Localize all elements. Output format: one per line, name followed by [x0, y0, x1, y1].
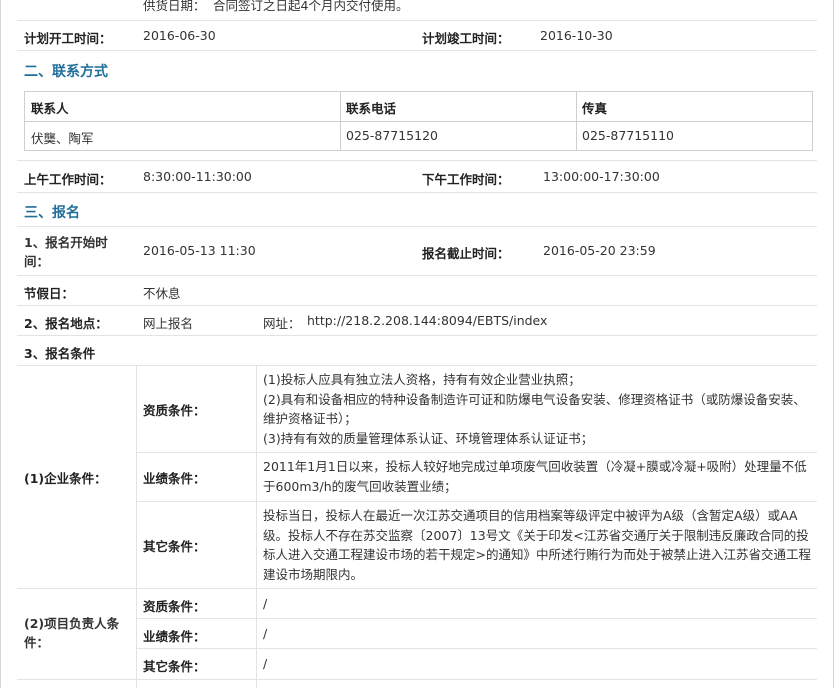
holiday-label: 节假日：	[24, 286, 75, 301]
divider	[17, 679, 817, 680]
divider	[17, 335, 817, 336]
company-perf-value: 2011年1月1日以来，投标人较好地完成过单项废气回收装置（冷凝+膜或冷凝+吸附…	[263, 459, 807, 494]
supply-date-label: 供货日期：	[143, 0, 206, 13]
plan-start-label: 计划开工时间：	[24, 31, 112, 46]
company-qual-value: (1)投标人应具有独立法人资格，持有有效企业营业执照； (2)具有和设备相应的特…	[263, 370, 811, 448]
company-perf-label: 业绩条件：	[143, 471, 206, 486]
divider	[17, 305, 817, 306]
divider	[17, 226, 817, 227]
signup-url-link[interactable]: http://218.2.208.144:8094/EBTS/index	[307, 313, 547, 328]
signup-start-value: 2016-05-13 11:30	[143, 243, 256, 258]
divider	[17, 20, 817, 21]
signup-end-label: 报名截止时间：	[422, 246, 510, 261]
pm-time-value: 13:00:00-17:30:00	[543, 169, 660, 184]
qual-line: (2)具有和设备相应的特种设备制造许可证和防爆电气设备安装、修理资格证书（或防爆…	[263, 391, 806, 427]
signup-end-value: 2016-05-20 23:59	[543, 243, 656, 258]
company-other-label: 其它条件：	[143, 539, 206, 554]
divider	[17, 160, 817, 161]
divider	[136, 452, 817, 453]
divider	[17, 365, 817, 366]
table-divider	[340, 92, 341, 150]
divider	[17, 50, 817, 51]
supply-date-value: 合同签订之日起4个月内交付使用。	[213, 0, 409, 13]
manager-other-label: 其它条件：	[143, 659, 206, 674]
manager-perf-value: /	[263, 626, 268, 641]
column-divider	[256, 365, 257, 688]
divider	[17, 192, 817, 193]
contact-fax: 025-87715110	[582, 128, 674, 143]
signup-start-label: 1、报名开始时间：	[24, 235, 108, 269]
plan-start-value: 2016-06-30	[143, 28, 216, 43]
signup-url-label: 网址：	[263, 316, 301, 331]
table-divider	[576, 92, 577, 150]
qual-line: (3)持有有效的质量管理体系认证、环境管理体系认证证书；	[263, 430, 594, 446]
signup-conditions-label: 3、报名条件	[24, 346, 96, 361]
manager-perf-label: 业绩条件：	[143, 629, 206, 644]
am-time-value: 8:30:00-11:30:00	[143, 169, 252, 184]
divider	[136, 648, 817, 649]
company-other-value: 投标当日，投标人在最近一次江苏交通项目的信用档案等级评定中被评为A级（含暂定A级…	[263, 508, 811, 582]
contact-table: 联系人 联系电话 传真 伏龑、陶军 025-87715120 025-87715…	[24, 91, 813, 151]
company-conditions-label: (1)企业条件：	[24, 471, 107, 486]
divider	[17, 275, 817, 276]
plan-end-value: 2016-10-30	[540, 28, 613, 43]
tender-detail-page: 供货日期： 合同签订之日起4个月内交付使用。 计划开工时间： 2016-06-3…	[0, 0, 834, 688]
table-divider	[25, 121, 812, 122]
manager-qual-value: /	[263, 596, 268, 611]
manager-other-value: /	[263, 656, 268, 671]
pm-time-label: 下午工作时间：	[422, 172, 510, 187]
signup-place-label: 2、报名地点：	[24, 316, 108, 331]
contact-person: 伏龑、陶军	[31, 131, 94, 146]
table-header: 联系人	[31, 101, 69, 116]
column-divider	[136, 365, 137, 688]
company-qual-label: 资质条件：	[143, 403, 206, 418]
table-header: 传真	[582, 101, 608, 116]
divider	[136, 618, 817, 619]
plan-end-label: 计划竣工时间：	[422, 31, 510, 46]
manager-conditions-label: (2)项目负责人条件：	[24, 616, 120, 650]
table-header: 联系电话	[346, 101, 397, 116]
manager-qual-label: 资质条件：	[143, 599, 206, 614]
divider	[136, 501, 817, 502]
section-title-contact: 二、联系方式	[24, 64, 108, 80]
qual-line: (1)投标人应具有独立法人资格，持有有效企业营业执照；	[263, 372, 581, 387]
divider	[17, 588, 817, 589]
am-time-label: 上午工作时间：	[24, 172, 112, 187]
signup-place-value: 网上报名	[143, 316, 194, 331]
holiday-value: 不休息	[143, 286, 181, 301]
contact-phone: 025-87715120	[346, 128, 438, 143]
section-title-signup: 三、报名	[24, 205, 80, 221]
